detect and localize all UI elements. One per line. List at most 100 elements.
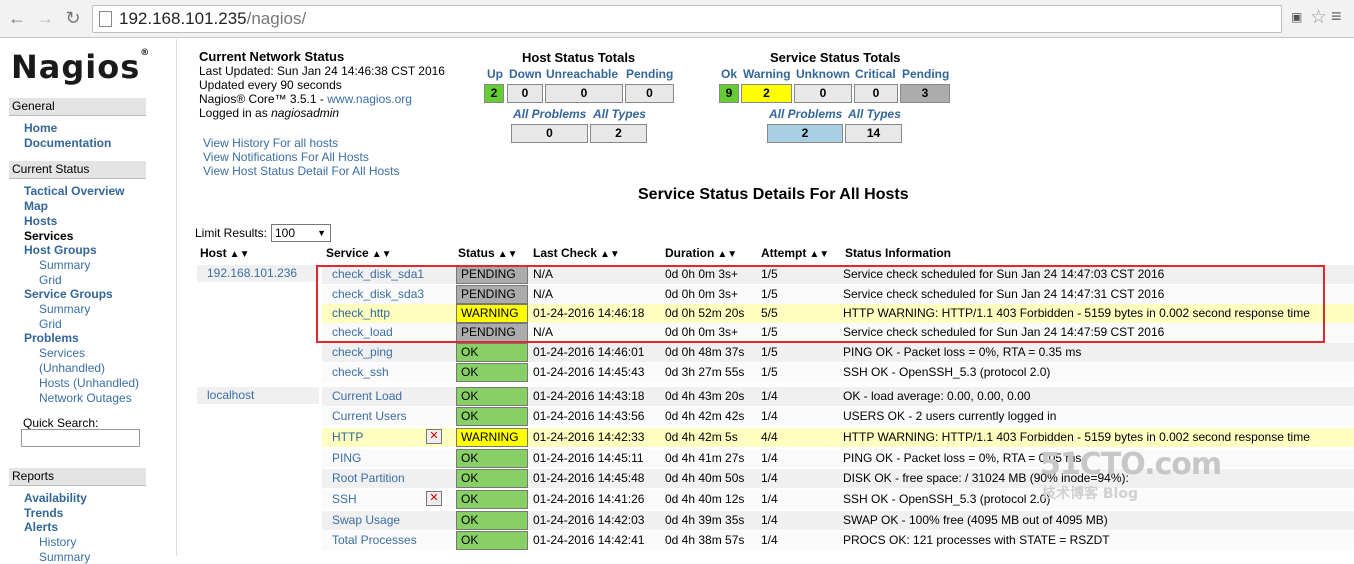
service-link[interactable]: Current Load [322,387,453,406]
col-host[interactable]: Host ▲▼ [200,246,249,260]
forward-icon[interactable]: → [34,7,56,29]
svc-ok-count[interactable]: 9 [719,84,739,103]
nav-sg-summary[interactable]: Summary [39,302,90,316]
service-link[interactable]: PING [322,449,453,468]
host-cell[interactable]: localhost [197,387,319,404]
network-status-block: Current Network Status Last Updated: Sun… [199,50,445,121]
watermark: 51CTO.com 技术博客 Blog [1040,447,1222,502]
nagios-org-link[interactable]: www.nagios.org [327,92,412,106]
status-cell: OK [456,449,528,468]
svc-critical-label[interactable]: Critical [855,67,896,81]
sort-icon[interactable]: ▲▼ [717,249,737,260]
host-totals-title: Host Status Totals [522,50,636,65]
back-icon[interactable]: ← [6,7,28,29]
nav-alerts-history[interactable]: History [39,535,76,549]
host-down-count[interactable]: 0 [507,84,543,103]
col-last-check[interactable]: Last Check ▲▼ [533,246,620,260]
nav-hg-summary[interactable]: Summary [39,258,90,272]
notifications-disabled-icon[interactable]: ✕ [426,429,442,444]
reload-icon[interactable]: ↻ [62,7,84,29]
view-host-status-link[interactable]: View Host Status Detail For All Hosts [203,164,400,178]
sort-icon[interactable]: ▲▼ [809,249,829,260]
view-history-link[interactable]: View History For all hosts [203,136,400,150]
bookmark-star-icon[interactable]: ☆ [1310,6,1327,29]
service-link[interactable]: check_ssh [322,363,453,382]
nav-trends[interactable]: Trends [24,506,63,520]
nav-availability[interactable]: Availability [24,491,87,505]
sidebar: Nagios® General Home Documentation Curre… [0,39,160,564]
svc-all-problems-label[interactable]: All Problems [769,107,842,121]
service-link[interactable]: Swap Usage [322,511,453,530]
col-attempt[interactable]: Attempt ▲▼ [761,246,829,260]
nav-home[interactable]: Home [24,121,57,135]
host-down-label[interactable]: Down [509,67,542,81]
sort-icon[interactable]: ▲▼ [230,249,250,260]
nav-map[interactable]: Map [24,199,48,213]
host-up-label[interactable]: Up [487,67,503,81]
service-link[interactable]: Root Partition [322,469,453,488]
quick-search-input[interactable] [21,429,140,447]
limit-results-label: Limit Results: [195,226,268,240]
view-notifications-link[interactable]: View Notifications For All Hosts [203,150,400,164]
address-bar[interactable]: 192.168.101.235/nagios/ [92,5,1282,33]
nagios-logo[interactable]: Nagios® [11,48,150,86]
svc-pending-label[interactable]: Pending [902,67,949,81]
nav-alerts[interactable]: Alerts [24,520,58,534]
svc-unknown-count[interactable]: 0 [794,84,852,103]
svc-warning-count[interactable]: 2 [741,84,792,103]
highlight-box [316,265,1325,343]
svc-all-problems-count[interactable]: 2 [767,124,843,143]
svc-unknown-label[interactable]: Unknown [796,67,850,81]
service-link[interactable]: Current Users [322,407,453,426]
nav-documentation[interactable]: Documentation [24,136,111,150]
svc-ok-label[interactable]: Ok [721,67,737,81]
nav-problems-hosts-unhandled[interactable]: Hosts (Unhandled) [39,376,139,390]
page-icon [99,11,112,27]
nav-hg-grid[interactable]: Grid [39,273,62,287]
col-service[interactable]: Service ▲▼ [326,246,392,260]
host-all-problems-label[interactable]: All Problems [513,107,586,121]
svc-all-types-label[interactable]: All Types [848,107,901,121]
host-all-problems-count[interactable]: 0 [511,124,588,143]
nav-sg-grid[interactable]: Grid [39,317,62,331]
host-all-types-count[interactable]: 2 [590,124,647,143]
host-cell[interactable]: 192.168.101.236 [197,265,319,282]
nav-problems-services[interactable]: Services [39,346,85,360]
nav-services[interactable]: Services [24,229,73,243]
nav-problems-unhandled[interactable]: (Unhandled) [39,361,105,375]
nav-tactical-overview[interactable]: Tactical Overview [24,184,125,198]
nav-host-groups[interactable]: Host Groups [24,243,97,257]
limit-results-select[interactable]: 100 ▼ [271,224,331,242]
host-pending-label[interactable]: Pending [626,67,673,81]
svc-pending-count[interactable]: 3 [900,84,950,103]
host-up-count[interactable]: 2 [484,84,504,103]
menu-icon[interactable]: ≡ [1331,6,1342,27]
host-unreachable-count[interactable]: 0 [545,84,623,103]
nav-hosts[interactable]: Hosts [24,214,57,228]
sort-icon[interactable]: ▲▼ [498,249,518,260]
svc-warning-label[interactable]: Warning [743,67,791,81]
section-current-status: Current Status [9,161,146,179]
service-link[interactable]: check_ping [322,343,453,362]
service-link[interactable]: Total Processes [322,531,453,550]
section-general: General [9,98,146,116]
sort-icon[interactable]: ▲▼ [372,249,392,260]
translate-icon[interactable]: ▣ [1291,10,1302,24]
host-unreachable-label[interactable]: Unreachable [546,67,618,81]
browser-toolbar: ← → ↻ 192.168.101.235/nagios/ ▣ ☆ ≡ [0,0,1354,38]
nav-network-outages[interactable]: Network Outages [39,391,132,405]
host-all-types-label[interactable]: All Types [593,107,646,121]
nav-service-groups[interactable]: Service Groups [24,287,113,301]
nav-problems[interactable]: Problems [24,331,79,345]
notifications-disabled-icon[interactable]: ✕ [426,491,442,506]
host-pending-count[interactable]: 0 [625,84,674,103]
attempt-cell: 1/4 [761,389,778,403]
col-status[interactable]: Status ▲▼ [458,246,517,260]
sort-icon[interactable]: ▲▼ [600,249,620,260]
page-title: Service Status Details For All Hosts [638,186,909,203]
last-check-cell: 01-24-2016 14:41:26 [533,492,645,506]
nav-alerts-summary[interactable]: Summary [39,550,90,564]
col-duration[interactable]: Duration ▲▼ [665,246,737,260]
svc-critical-count[interactable]: 0 [854,84,898,103]
svc-all-types-count[interactable]: 14 [845,124,902,143]
